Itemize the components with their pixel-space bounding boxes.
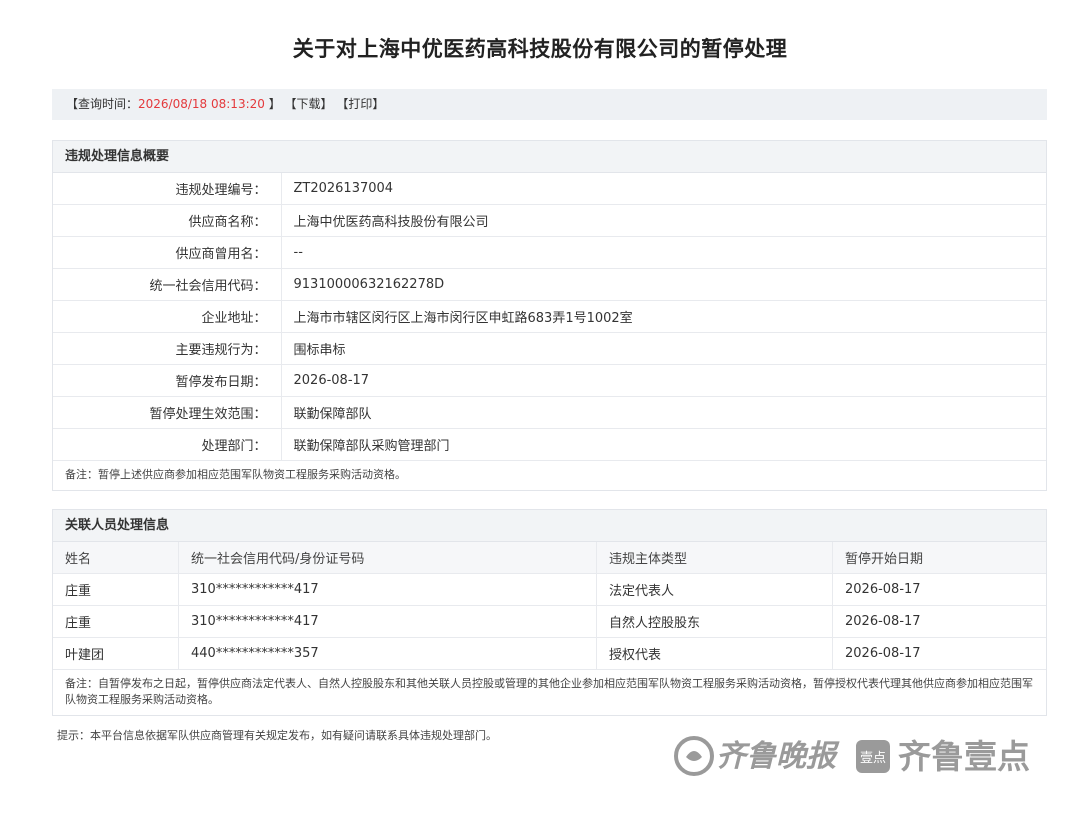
summary-value: 91310000632162278D xyxy=(281,268,1046,301)
cell-id: 310************417 xyxy=(178,573,597,606)
query-bar: 【查询时间：2026/08/18 08:13:20 】 【下载】 【打印】 xyxy=(52,89,1047,120)
summary-value: 2026-08-17 xyxy=(281,364,1046,397)
summary-value: 联勤保障部队 xyxy=(281,396,1046,429)
query-time-suffix: 】 xyxy=(264,97,281,111)
summary-key: 企业地址： xyxy=(53,300,282,333)
summary-key: 暂停处理生效范围： xyxy=(53,396,282,429)
page-title: 关于对上海中优医药高科技股份有限公司的暂停处理 xyxy=(292,37,788,61)
download-link[interactable]: 【下载】 xyxy=(285,97,333,111)
cell-type: 授权代表 xyxy=(596,637,833,670)
related-heading: 关联人员处理信息 xyxy=(53,510,1046,542)
cell-name: 庄重 xyxy=(53,605,179,638)
summary-key: 处理部门： xyxy=(53,428,282,461)
cell-type: 法定代表人 xyxy=(596,573,833,606)
cell-date: 2026-08-17 xyxy=(832,605,1046,638)
print-link[interactable]: 【打印】 xyxy=(336,97,384,111)
cell-id: 310************417 xyxy=(178,605,597,638)
footer-tip: 提示：本平台信息依据军队供应商管理有关规定发布，如有疑问请联系具体违规处理部门。 xyxy=(57,729,497,742)
summary-row: 处理部门： 联勤保障部队采购管理部门 xyxy=(53,428,1046,461)
summary-row: 违规处理编号： ZT2026137004 xyxy=(53,173,1046,205)
summary-value: -- xyxy=(281,236,1046,269)
summary-value: 围标串标 xyxy=(281,332,1046,365)
summary-value: 上海市市辖区闵行区上海市闵行区申虹路683弄1号1002室 xyxy=(281,300,1046,333)
cell-date: 2026-08-17 xyxy=(832,637,1046,670)
query-time-prefix: 【查询时间： xyxy=(66,97,139,111)
summary-heading: 违规处理信息概要 xyxy=(53,141,1046,173)
summary-table: 违规处理编号： ZT2026137004 供应商名称： 上海中优医药高科技股份有限公… xyxy=(53,173,1046,461)
summary-key: 暂停发布日期： xyxy=(53,364,282,397)
column-header: 违规主体类型 xyxy=(596,542,833,574)
table-row: 庄重 310************417 自然人控股股东 2026-08-17 xyxy=(53,605,1046,638)
summary-row: 主要违规行为： 围标串标 xyxy=(53,332,1046,365)
cell-id: 440************357 xyxy=(178,637,597,670)
table-row: 叶建团 440************357 授权代表 2026-08-17 xyxy=(53,637,1046,670)
related-table: 姓名 统一社会信用代码/身份证号码 违规主体类型 暂停开始日期 庄重 310**… xyxy=(53,542,1046,670)
related-note: 备注：自暂停发布之日起，暂停供应商法定代表人、自然人控股股东和其他关联人员控股或… xyxy=(65,677,1033,706)
summary-key: 统一社会信用代码： xyxy=(53,268,282,301)
related-panel: 关联人员处理信息 姓名 统一社会信用代码/身份证号码 违规主体类型 暂停开始日期… xyxy=(52,509,1047,716)
summary-value: 联勤保障部队采购管理部门 xyxy=(281,428,1046,461)
summary-row: 供应商名称： 上海中优医药高科技股份有限公司 xyxy=(53,204,1046,237)
cell-date: 2026-08-17 xyxy=(832,573,1046,606)
table-row: 庄重 310************417 法定代表人 2026-08-17 xyxy=(53,573,1046,606)
query-time-value: 2026/08/18 08:13:20 xyxy=(138,97,265,111)
watermark-logo-icon xyxy=(674,736,714,776)
cell-type: 自然人控股股东 xyxy=(596,605,833,638)
summary-row: 企业地址： 上海市市辖区闵行区上海市闵行区申虹路683弄1号1002室 xyxy=(53,300,1046,333)
summary-row: 统一社会信用代码： 91310000632162278D xyxy=(53,268,1046,301)
watermark-badge-text: 壹点 xyxy=(860,751,886,766)
summary-key: 违规处理编号： xyxy=(53,173,282,205)
summary-row: 供应商曾用名： -- xyxy=(53,236,1046,269)
summary-row: 暂停发布日期： 2026-08-17 xyxy=(53,364,1046,397)
summary-key: 主要违规行为： xyxy=(53,332,282,365)
summary-panel: 违规处理信息概要 违规处理编号： ZT2026137004 供应商名称： 上海中优医… xyxy=(52,140,1047,491)
watermark-left-text: 齐鲁晚报 xyxy=(716,739,840,774)
summary-value: 上海中优医药高科技股份有限公司 xyxy=(281,204,1046,237)
summary-value: ZT2026137004 xyxy=(281,173,1046,205)
cell-name: 庄重 xyxy=(53,573,179,606)
summary-key: 供应商名称： xyxy=(53,204,282,237)
summary-row: 暂停处理生效范围： 联勤保障部队 xyxy=(53,396,1046,429)
summary-note: 备注：暂停上述供应商参加相应范围军队物资工程服务采购活动资格。 xyxy=(65,468,406,481)
column-header: 姓名 xyxy=(53,542,179,574)
newspaper-watermark: 齐鲁晚报 壹点 齐鲁壹点 xyxy=(674,736,1030,776)
cell-name: 叶建团 xyxy=(53,637,179,670)
watermark-right-text: 齐鲁壹点 xyxy=(898,737,1030,776)
column-header: 统一社会信用代码/身份证号码 xyxy=(178,542,597,574)
column-header: 暂停开始日期 xyxy=(832,542,1046,574)
summary-key: 供应商曾用名： xyxy=(53,236,282,269)
related-header-row: 姓名 统一社会信用代码/身份证号码 违规主体类型 暂停开始日期 xyxy=(53,542,1046,574)
